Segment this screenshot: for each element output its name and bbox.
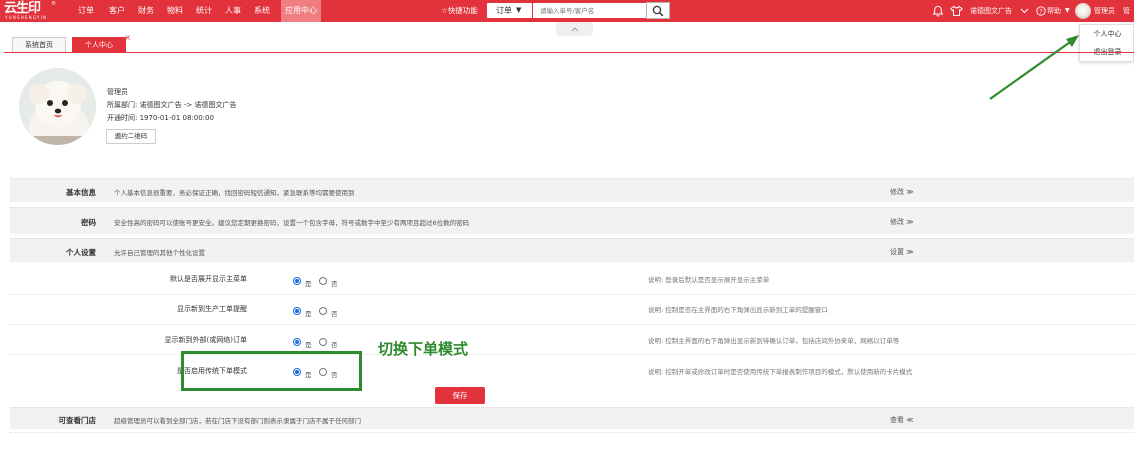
- profile-department: 所属部门: 诺德图文广告 -> 诺德图文广告: [107, 101, 236, 110]
- settings-divider: [10, 354, 1134, 355]
- nav-item-hr[interactable]: 人事: [225, 0, 241, 22]
- settings-divider: [10, 294, 1134, 295]
- radio-no-main-menu[interactable]: [319, 277, 327, 285]
- tab-system-home[interactable]: 系统首页: [12, 37, 66, 53]
- app-logo[interactable]: 云生印 YUNSHENGYIN ®: [4, 1, 58, 21]
- search-icon: [652, 5, 664, 16]
- user-avatar[interactable]: [1075, 3, 1091, 19]
- quick-functions-link[interactable]: ☆快捷功能: [441, 0, 478, 22]
- setting-note: 说明: 控制开单或修改订单时是否使用传统下单报表制作项目的模式，默认使用新的卡片…: [648, 368, 913, 376]
- section-personal-settings: 个人设置 允许自己管理的其他个性化设置 设置 ≫: [10, 238, 1134, 262]
- radio-yes-label: 是: [305, 310, 312, 318]
- help-link[interactable]: 帮助: [1047, 0, 1061, 22]
- collapse-header-toggle[interactable]: [556, 22, 593, 36]
- tab-personal-center[interactable]: 个人中心 ×: [72, 34, 131, 53]
- radio-yes-label: 是: [305, 341, 312, 349]
- section-description: 个人基本信息很重要，务必保证正确，找回密码短信通知，紧急联系等均需要使用到: [114, 189, 355, 197]
- chevron-down-icon[interactable]: [1020, 0, 1029, 22]
- caret-down-icon[interactable]: ▼: [1065, 0, 1070, 22]
- annotation-label: 切换下单模式: [378, 340, 469, 358]
- section-label: 个人设置: [66, 248, 96, 257]
- radio-yes-main-menu[interactable]: [293, 277, 301, 285]
- nav-item-finance[interactable]: 财务: [138, 0, 154, 22]
- radio-yes-label: 是: [305, 280, 312, 288]
- department-from: 诺德图文广告: [139, 101, 182, 109]
- top-navbar: 云生印 YUNSHENGYIN ® 订单 客户 财务 物料 统计 人事 系统 应…: [0, 0, 1134, 22]
- invite-qrcode-button[interactable]: 邀约二维码: [106, 129, 156, 144]
- setting-note: 说明: 登录后默认是否显示展开显示主菜单: [648, 276, 770, 284]
- radio-no-label: 否: [331, 341, 338, 349]
- setting-note: 说明: 控制是否在主界面的右下角弹出显示新到工单的提醒窗口: [648, 306, 828, 314]
- section-password: 密码 安全性高的密码可以使账号更安全。建议您定期更换密码，设置一个包含字母，符号…: [10, 207, 1134, 234]
- order-type-select[interactable]: 订单 ▼: [487, 3, 532, 18]
- user-name-overflow: 管: [1123, 7, 1130, 15]
- tab-label: 个人中心: [85, 41, 113, 49]
- department-to: 诺德图文广告: [194, 101, 237, 109]
- chevron-up-icon: [571, 26, 578, 31]
- department-arrow: ->: [183, 101, 193, 109]
- section-basic-info: 基本信息 个人基本信息很重要，务必保证正确，找回密码短信通知，紧急联系等均需要使…: [10, 178, 1134, 202]
- annotation-arrow: [989, 35, 1079, 100]
- section-label: 可查看门店: [58, 416, 97, 425]
- radio-no-work-order[interactable]: [319, 307, 327, 315]
- logo-subtext: YUNSHENGYIN: [5, 15, 48, 20]
- section-label: 密码: [81, 218, 96, 227]
- help-icon[interactable]: ?: [1036, 0, 1046, 22]
- tabs-divider: [4, 52, 1134, 53]
- notification-bell-icon[interactable]: [932, 0, 944, 22]
- nav-item-customers[interactable]: 客户: [109, 0, 125, 22]
- setting-note: 说明: 控制主界面的右下角弹出显示新到待确认订单，包括店间外协来单，网络以订单等: [648, 337, 900, 345]
- edit-basic-info-link[interactable]: 修改 ≫: [890, 187, 914, 197]
- order-type-value: 订单: [496, 6, 512, 15]
- chevron-down-icon: ▼: [516, 6, 522, 14]
- open-time-label: 开通时间:: [107, 114, 138, 122]
- profile-open-time: 开通时间: 1970-01-01 08:00:00: [107, 114, 214, 123]
- setting-label-show-main-menu: 默认是否展开显示主菜单: [170, 275, 247, 283]
- section-description: 超级管理员可以看到全部门店，若在门店下没有部门则表示隶属于门店不属于任何部门: [114, 417, 361, 425]
- view-stores-link[interactable]: 查看 ≪: [890, 415, 914, 425]
- user-name[interactable]: 管理员: [1094, 0, 1115, 22]
- save-button[interactable]: 保存: [435, 387, 485, 404]
- shirt-icon[interactable]: [950, 0, 963, 22]
- nav-item-system[interactable]: 系统: [254, 0, 270, 22]
- setting-label-work-order-alert: 显示新到生产工单提醒: [177, 305, 247, 313]
- section-description: 允许自己管理的其他个性化设置: [114, 249, 205, 257]
- section-divider: [10, 432, 1134, 433]
- logo-text: 云生印: [4, 1, 41, 16]
- company-name[interactable]: 诺德图文广告: [970, 0, 1012, 22]
- dog-avatar-image: [19, 68, 96, 145]
- radio-no-label: 否: [331, 310, 338, 318]
- search-button[interactable]: [646, 2, 670, 19]
- nav-item-app-center[interactable]: 应用中心: [281, 0, 321, 22]
- section-label: 基本信息: [66, 188, 96, 197]
- nav-item-statistics[interactable]: 统计: [196, 0, 212, 22]
- profile-avatar: [19, 68, 96, 145]
- nav-item-orders[interactable]: 订单: [78, 0, 94, 22]
- logo-registered-mark: ®: [51, 1, 56, 7]
- open-time-value: 1970-01-01 08:00:00: [139, 114, 214, 122]
- radio-no-label: 否: [331, 280, 338, 288]
- radio-yes-external-orders[interactable]: [293, 338, 301, 346]
- close-icon[interactable]: ×: [124, 34, 131, 42]
- search-input[interactable]: [533, 3, 646, 18]
- radio-no-external-orders[interactable]: [319, 338, 327, 346]
- profile-name: 管理员: [107, 88, 128, 96]
- settings-divider: [10, 324, 1134, 325]
- open-personal-settings-link[interactable]: 设置 ≫: [890, 247, 914, 257]
- edit-password-link[interactable]: 修改 ≫: [890, 217, 914, 227]
- svg-text:?: ?: [1039, 7, 1042, 15]
- section-viewable-stores: 可查看门店 超级管理员可以看到全部门店，若在门店下没有部门则表示隶属于门店不属于…: [10, 407, 1134, 429]
- setting-label-external-orders: 显示新到外部(或网络)订单: [164, 336, 247, 344]
- annotation-highlight-box: [181, 351, 362, 391]
- department-label: 所属部门:: [107, 101, 138, 109]
- nav-item-materials[interactable]: 物料: [167, 0, 183, 22]
- section-description: 安全性高的密码可以使账号更安全。建议您定期更换密码，设置一个包含字母，符号或数字…: [114, 219, 470, 227]
- radio-yes-work-order[interactable]: [293, 307, 301, 315]
